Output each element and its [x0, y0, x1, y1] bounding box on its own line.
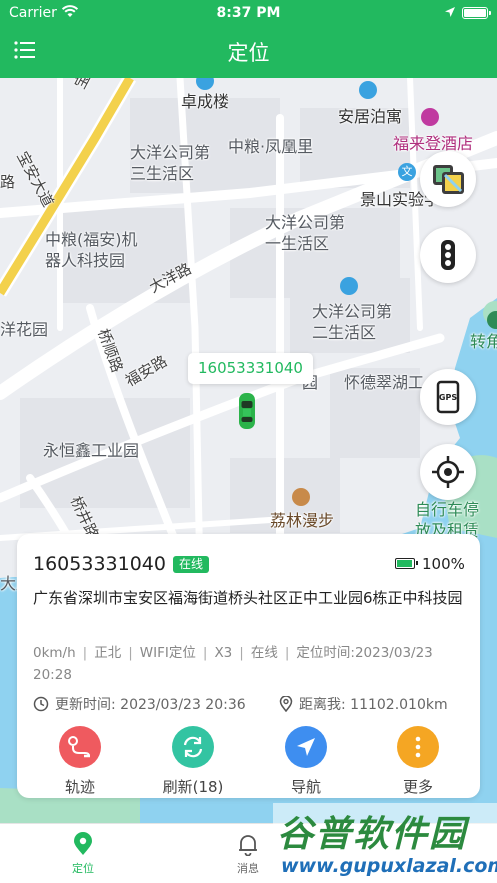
gps-icon: GPS	[436, 380, 460, 414]
device-meta: 0km/h | 正北 | WIFI定位 | X3 | 在线 | 定位时间:2023/03/23 20…	[33, 645, 433, 683]
distance: 距离我: 11102.010km	[279, 694, 448, 714]
device-info-card: 16053331040 在线 100% 广东省深圳市宝安区福海街道桥头社区正中工…	[17, 534, 480, 798]
meta-speed: 0km/h	[33, 645, 76, 661]
status-badge: 在线	[173, 556, 210, 573]
map-label: 荔林漫步	[270, 511, 335, 530]
battery-percentage: 100%	[422, 555, 465, 573]
more-button[interactable]: 更多	[378, 726, 458, 797]
tab-messages-label: 消息	[237, 862, 259, 875]
map-label: 转角	[470, 332, 497, 351]
track-route-icon	[68, 736, 90, 758]
refresh-label: 刷新(18)	[162, 778, 224, 796]
tab-location[interactable]: 定位	[43, 832, 123, 876]
battery-level-icon	[395, 558, 418, 569]
locate-button[interactable]	[420, 444, 476, 500]
tab-location-label: 定位	[72, 862, 94, 875]
map-label: 中粮·凤凰里	[228, 137, 314, 156]
track-label: 轨迹	[64, 778, 95, 796]
distance-text: 距离我: 11102.010km	[299, 697, 448, 713]
svg-text:GPS: GPS	[439, 393, 457, 402]
poi-pin-icon	[359, 81, 377, 99]
hotel-pin-icon	[421, 108, 439, 126]
location-pin-icon	[74, 832, 92, 855]
more-label: 更多	[402, 778, 433, 796]
clock-icon	[33, 696, 49, 712]
more-dots-icon	[415, 736, 421, 758]
navigation-arrow-icon	[297, 738, 315, 756]
school-pin-icon: 文	[398, 163, 416, 181]
poi-pin-icon	[340, 277, 358, 295]
device-marker-label[interactable]: 16053331040	[188, 353, 313, 384]
map-label: 中粮(福安)机 器人科技园	[45, 230, 138, 270]
pin-outline-icon	[279, 695, 293, 713]
navigate-button[interactable]: 导航	[266, 726, 346, 797]
clock: 8:37 PM	[216, 5, 281, 21]
refresh-button[interactable]: 刷新(18)	[153, 726, 233, 797]
page-title: 定位	[227, 41, 270, 65]
map-label: 卓成楼	[181, 92, 230, 111]
traffic-light-icon	[441, 240, 455, 270]
battery-icon	[462, 7, 491, 19]
app-header: Carrier 8:37 PM 定位	[0, 0, 497, 78]
watermark-title: 谷普软件园	[277, 814, 468, 855]
map-label: 大洋公司第 二生活区	[312, 302, 393, 342]
map-label: 洋花园	[0, 320, 49, 339]
meta-online: 在线	[250, 645, 278, 661]
device-address: 广东省深圳市宝安区福海街道桥头社区正中工业园6栋正中科技园	[33, 589, 463, 607]
map-label: 永恒鑫工业园	[43, 441, 140, 460]
map-label: 安居泊寓	[338, 107, 403, 126]
refresh-icon	[183, 736, 203, 758]
bell-icon	[239, 835, 257, 856]
map-label: 怀德翠湖工	[344, 373, 425, 392]
update-time-text: 更新时间: 2023/03/23 20:36	[55, 697, 246, 713]
map-label: 大洋公司第 一生活区	[265, 213, 346, 253]
traffic-button[interactable]	[420, 227, 476, 283]
locate-target-icon	[432, 456, 464, 488]
update-time: 更新时间: 2023/03/23 20:36	[33, 694, 246, 714]
device-imei: 16053331040	[33, 553, 166, 575]
action-bar: 轨迹 刷新(18) 导航 更多	[17, 726, 480, 796]
map-layer-icon	[433, 165, 464, 194]
meta-model: X3	[214, 645, 233, 661]
track-button[interactable]: 轨迹	[40, 726, 120, 797]
map-label: 路	[0, 173, 16, 191]
meta-locate-mode: WIFI定位	[139, 645, 196, 661]
map-layer-button[interactable]	[420, 151, 476, 207]
location-arrow-icon	[445, 7, 455, 17]
site-watermark: 谷普软件园 www.gupuxlazal.com	[273, 803, 497, 883]
car-marker-icon[interactable]	[237, 391, 257, 431]
navigate-label: 导航	[290, 778, 321, 796]
status-bar: Carrier 8:37 PM	[0, 0, 497, 26]
map-label: 大洋公司第 三生活区	[130, 143, 211, 183]
scenic-pin-icon	[292, 488, 310, 506]
meta-direction: 正北	[94, 645, 122, 661]
watermark-url: www.gupuxlazal.com	[281, 855, 497, 877]
gps-button[interactable]: GPS	[420, 369, 476, 425]
